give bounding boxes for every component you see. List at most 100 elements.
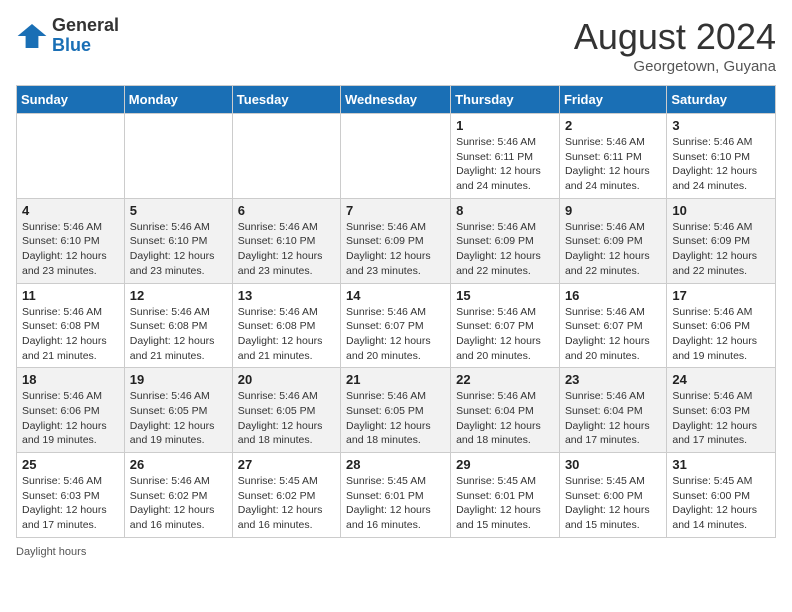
day-info: Sunrise: 5:46 AM Sunset: 6:08 PM Dayligh… bbox=[22, 305, 119, 364]
calendar-cell: 18 Sunrise: 5:46 AM Sunset: 6:06 PM Dayli… bbox=[17, 368, 125, 453]
calendar-cell: 27 Sunrise: 5:45 AM Sunset: 6:02 PM Dayli… bbox=[232, 453, 340, 538]
day-number: 14 bbox=[346, 288, 445, 303]
calendar-cell: 28 Sunrise: 5:45 AM Sunset: 6:01 PM Dayli… bbox=[341, 453, 451, 538]
day-number: 27 bbox=[238, 457, 335, 472]
day-info: Sunrise: 5:45 AM Sunset: 6:02 PM Dayligh… bbox=[238, 474, 335, 533]
day-info: Sunrise: 5:46 AM Sunset: 6:08 PM Dayligh… bbox=[130, 305, 227, 364]
day-info: Sunrise: 5:46 AM Sunset: 6:10 PM Dayligh… bbox=[22, 220, 119, 279]
calendar-header-thursday: Thursday bbox=[451, 86, 560, 114]
day-number: 28 bbox=[346, 457, 445, 472]
location: Georgetown, Guyana bbox=[574, 58, 776, 75]
calendar-cell: 1Sunrise: 5:46 AM Sunset: 6:11 PM Daylig… bbox=[451, 114, 560, 199]
calendar-cell: 9 Sunrise: 5:46 AM Sunset: 6:09 PM Daylig… bbox=[559, 198, 666, 283]
day-info: Sunrise: 5:45 AM Sunset: 6:01 PM Dayligh… bbox=[346, 474, 445, 533]
calendar-cell: 10 Sunrise: 5:46 AM Sunset: 6:09 PM Dayli… bbox=[667, 198, 776, 283]
footer: Daylight hours bbox=[16, 546, 776, 558]
day-number: 30 bbox=[565, 457, 661, 472]
calendar-header-row: SundayMondayTuesdayWednesdayThursdayFrid… bbox=[17, 86, 776, 114]
calendar-cell bbox=[232, 114, 340, 199]
calendar-header-sunday: Sunday bbox=[17, 86, 125, 114]
day-number: 29 bbox=[456, 457, 554, 472]
daylight-label: Daylight hours bbox=[16, 546, 86, 558]
day-info: Sunrise: 5:46 AM Sunset: 6:06 PM Dayligh… bbox=[672, 305, 770, 364]
calendar-cell: 21 Sunrise: 5:46 AM Sunset: 6:05 PM Dayli… bbox=[341, 368, 451, 453]
calendar-cell: 16Sunrise: 5:46 AM Sunset: 6:07 PM Dayli… bbox=[559, 283, 666, 368]
day-number: 4 bbox=[22, 203, 119, 218]
calendar-cell: 26Sunrise: 5:46 AM Sunset: 6:02 PM Dayli… bbox=[124, 453, 232, 538]
day-info: Sunrise: 5:46 AM Sunset: 6:10 PM Dayligh… bbox=[672, 135, 770, 194]
calendar-cell: 8 Sunrise: 5:46 AM Sunset: 6:09 PM Daylig… bbox=[451, 198, 560, 283]
logo-blue: Blue bbox=[52, 36, 119, 56]
day-info: Sunrise: 5:46 AM Sunset: 6:07 PM Dayligh… bbox=[456, 305, 554, 364]
day-info: Sunrise: 5:46 AM Sunset: 6:10 PM Dayligh… bbox=[130, 220, 227, 279]
day-number: 7 bbox=[346, 203, 445, 218]
calendar-cell: 24 Sunrise: 5:46 AM Sunset: 6:03 PM Dayli… bbox=[667, 368, 776, 453]
day-info: Sunrise: 5:46 AM Sunset: 6:09 PM Dayligh… bbox=[565, 220, 661, 279]
day-number: 17 bbox=[672, 288, 770, 303]
day-info: Sunrise: 5:46 AM Sunset: 6:05 PM Dayligh… bbox=[130, 389, 227, 448]
day-info: Sunrise: 5:46 AM Sunset: 6:06 PM Dayligh… bbox=[22, 389, 119, 448]
day-info: Sunrise: 5:46 AM Sunset: 6:11 PM Dayligh… bbox=[565, 135, 661, 194]
day-info: Sunrise: 5:46 AM Sunset: 6:05 PM Dayligh… bbox=[346, 389, 445, 448]
day-number: 21 bbox=[346, 372, 445, 387]
calendar-cell: 5 Sunrise: 5:46 AM Sunset: 6:10 PM Daylig… bbox=[124, 198, 232, 283]
calendar-week-5: 25 Sunrise: 5:46 AM Sunset: 6:03 PM Dayli… bbox=[17, 453, 776, 538]
calendar-header-saturday: Saturday bbox=[667, 86, 776, 114]
day-info: Sunrise: 5:46 AM Sunset: 6:04 PM Dayligh… bbox=[565, 389, 661, 448]
day-number: 9 bbox=[565, 203, 661, 218]
day-number: 5 bbox=[130, 203, 227, 218]
logo-general: General bbox=[52, 16, 119, 36]
day-info: Sunrise: 5:46 AM Sunset: 6:08 PM Dayligh… bbox=[238, 305, 335, 364]
calendar-cell: 4 Sunrise: 5:46 AM Sunset: 6:10 PM Daylig… bbox=[17, 198, 125, 283]
logo-icon bbox=[16, 20, 48, 52]
day-number: 8 bbox=[456, 203, 554, 218]
day-info: Sunrise: 5:46 AM Sunset: 6:03 PM Dayligh… bbox=[22, 474, 119, 533]
day-info: Sunrise: 5:46 AM Sunset: 6:09 PM Dayligh… bbox=[346, 220, 445, 279]
day-info: Sunrise: 5:46 AM Sunset: 6:09 PM Dayligh… bbox=[456, 220, 554, 279]
calendar-week-4: 18 Sunrise: 5:46 AM Sunset: 6:06 PM Dayli… bbox=[17, 368, 776, 453]
day-info: Sunrise: 5:45 AM Sunset: 6:00 PM Dayligh… bbox=[565, 474, 661, 533]
calendar-header-wednesday: Wednesday bbox=[341, 86, 451, 114]
day-info: Sunrise: 5:45 AM Sunset: 6:01 PM Dayligh… bbox=[456, 474, 554, 533]
day-number: 15 bbox=[456, 288, 554, 303]
day-number: 18 bbox=[22, 372, 119, 387]
calendar-cell: 19 Sunrise: 5:46 AM Sunset: 6:05 PM Dayli… bbox=[124, 368, 232, 453]
calendar-cell: 6 Sunrise: 5:46 AM Sunset: 6:10 PM Daylig… bbox=[232, 198, 340, 283]
month-year: August 2024 bbox=[574, 16, 776, 58]
day-info: Sunrise: 5:45 AM Sunset: 6:00 PM Dayligh… bbox=[672, 474, 770, 533]
calendar-table: SundayMondayTuesdayWednesdayThursdayFrid… bbox=[16, 85, 776, 538]
day-info: Sunrise: 5:46 AM Sunset: 6:05 PM Dayligh… bbox=[238, 389, 335, 448]
day-number: 20 bbox=[238, 372, 335, 387]
day-info: Sunrise: 5:46 AM Sunset: 6:10 PM Dayligh… bbox=[238, 220, 335, 279]
day-info: Sunrise: 5:46 AM Sunset: 6:07 PM Dayligh… bbox=[565, 305, 661, 364]
day-number: 25 bbox=[22, 457, 119, 472]
title-block: August 2024 Georgetown, Guyana bbox=[574, 16, 776, 75]
day-number: 19 bbox=[130, 372, 227, 387]
logo: General Blue bbox=[16, 16, 119, 56]
day-number: 12 bbox=[130, 288, 227, 303]
calendar-cell: 25 Sunrise: 5:46 AM Sunset: 6:03 PM Dayli… bbox=[17, 453, 125, 538]
day-number: 10 bbox=[672, 203, 770, 218]
calendar-cell: 13 Sunrise: 5:46 AM Sunset: 6:08 PM Dayli… bbox=[232, 283, 340, 368]
calendar-cell: 7 Sunrise: 5:46 AM Sunset: 6:09 PM Daylig… bbox=[341, 198, 451, 283]
day-info: Sunrise: 5:46 AM Sunset: 6:02 PM Dayligh… bbox=[130, 474, 227, 533]
calendar-cell: 2 Sunrise: 5:46 AM Sunset: 6:11 PM Daylig… bbox=[559, 114, 666, 199]
day-number: 6 bbox=[238, 203, 335, 218]
day-number: 2 bbox=[565, 118, 661, 133]
page-header: General Blue August 2024 Georgetown, Guy… bbox=[16, 16, 776, 75]
day-number: 1 bbox=[456, 118, 554, 133]
calendar-cell: 29 Sunrise: 5:45 AM Sunset: 6:01 PM Dayli… bbox=[451, 453, 560, 538]
calendar-cell: 20 Sunrise: 5:46 AM Sunset: 6:05 PM Dayli… bbox=[232, 368, 340, 453]
calendar-header-tuesday: Tuesday bbox=[232, 86, 340, 114]
day-number: 24 bbox=[672, 372, 770, 387]
day-number: 13 bbox=[238, 288, 335, 303]
calendar-cell: 23Sunrise: 5:46 AM Sunset: 6:04 PM Dayli… bbox=[559, 368, 666, 453]
day-number: 3 bbox=[672, 118, 770, 133]
day-info: Sunrise: 5:46 AM Sunset: 6:09 PM Dayligh… bbox=[672, 220, 770, 279]
calendar-cell: 12 Sunrise: 5:46 AM Sunset: 6:08 PM Dayli… bbox=[124, 283, 232, 368]
calendar-cell: 17 Sunrise: 5:46 AM Sunset: 6:06 PM Dayli… bbox=[667, 283, 776, 368]
day-info: Sunrise: 5:46 AM Sunset: 6:03 PM Dayligh… bbox=[672, 389, 770, 448]
logo-text: General Blue bbox=[52, 16, 119, 56]
calendar-cell: 15 Sunrise: 5:46 AM Sunset: 6:07 PM Dayli… bbox=[451, 283, 560, 368]
calendar-cell bbox=[341, 114, 451, 199]
